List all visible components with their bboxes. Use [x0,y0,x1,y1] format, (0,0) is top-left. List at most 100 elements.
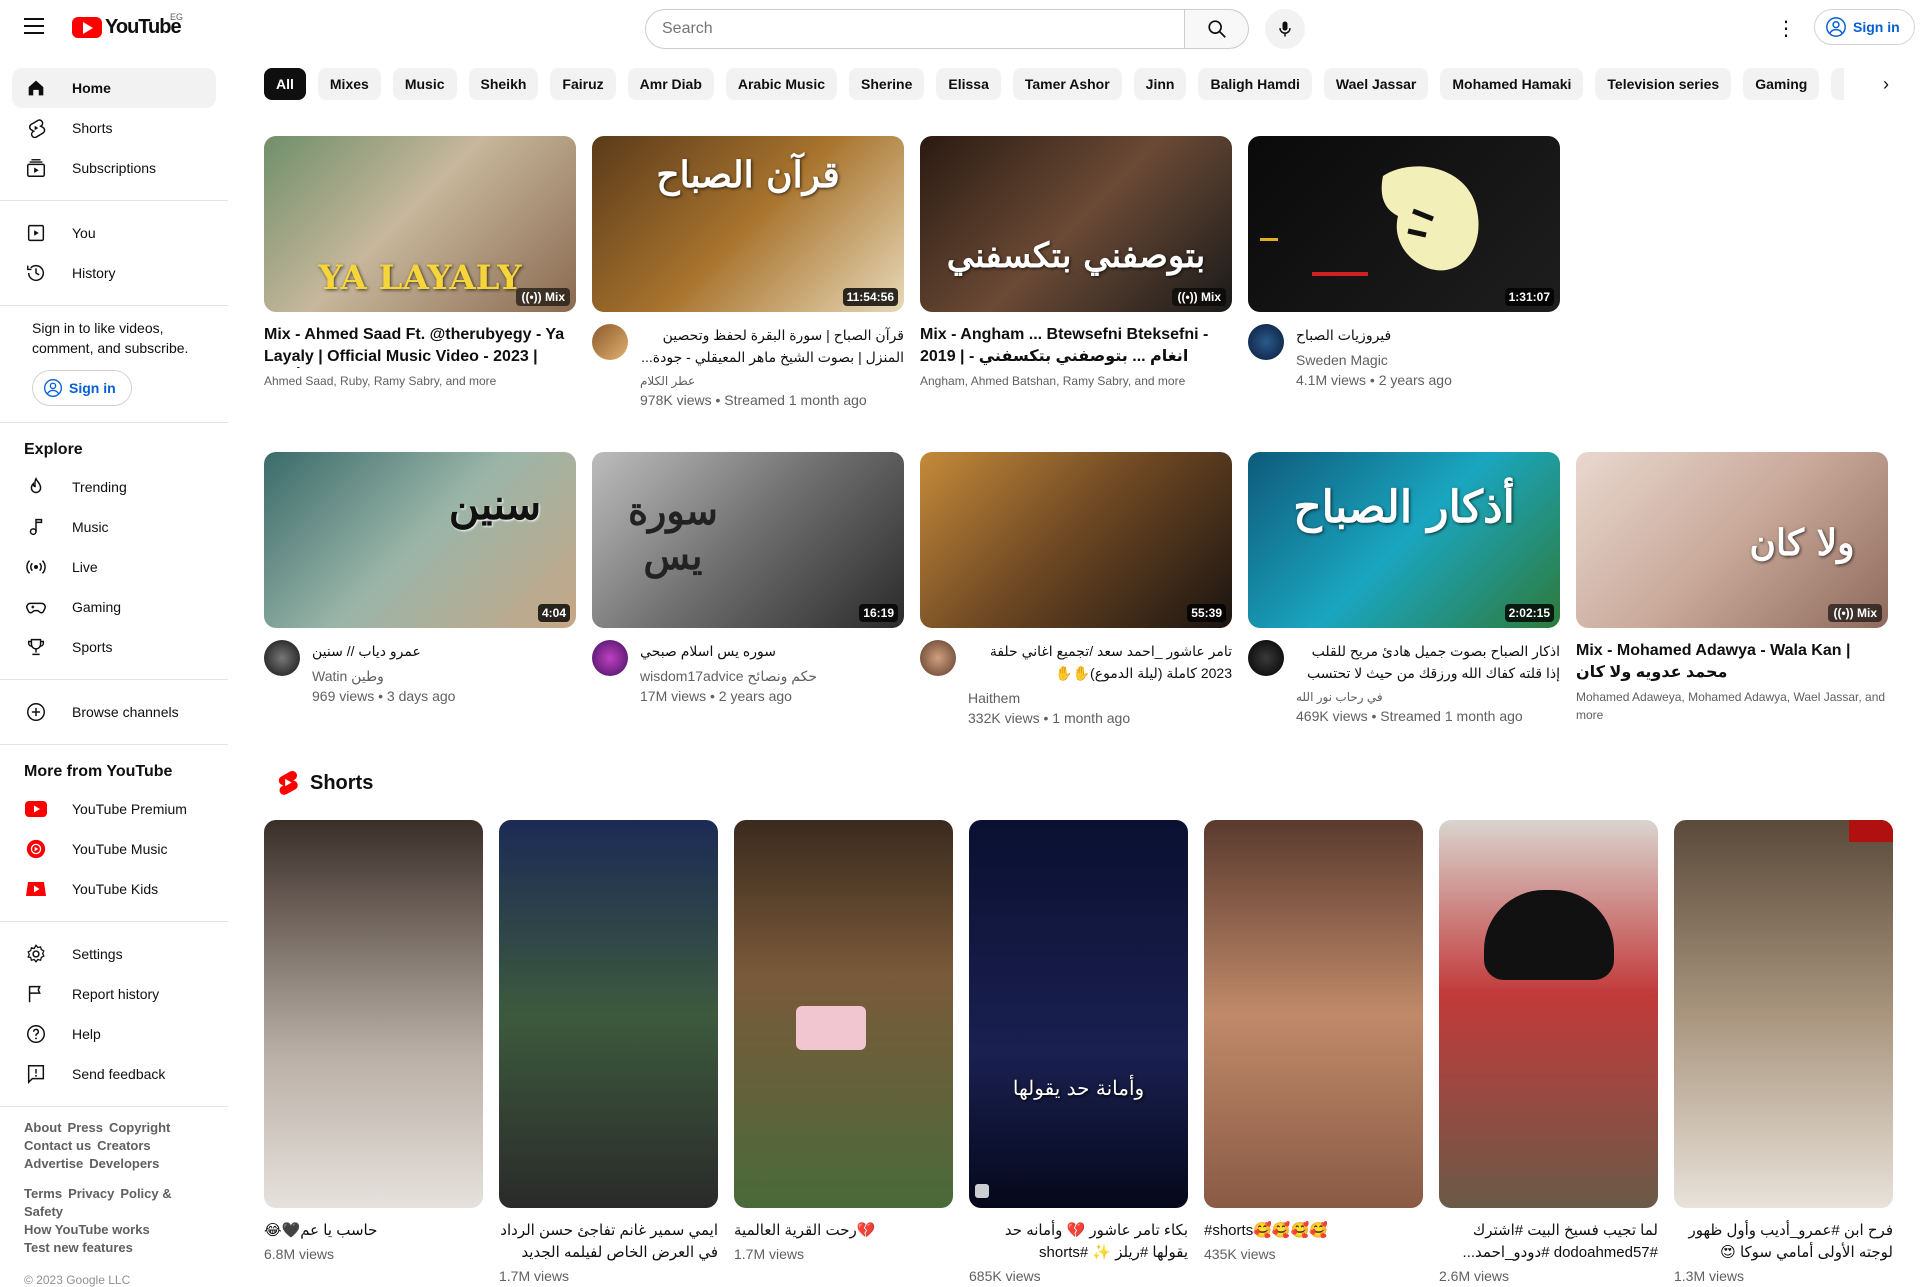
sidebar-item-history[interactable]: History [12,253,216,293]
chip-gaming[interactable]: Gaming [1743,68,1820,100]
video-channel[interactable]: Angham, Ahmed Batshan, Ramy Sabry, and m… [920,372,1232,390]
sidebar-item-help[interactable]: Help [12,1014,216,1054]
video-channel[interactable]: Haithem [968,688,1232,708]
chip-sherine[interactable]: Sherine [849,68,925,100]
sidebar-item-subscriptions[interactable]: Subscriptions [12,148,216,188]
footer-link-terms[interactable]: Terms [24,1186,62,1201]
sidebar-item-send-feedback[interactable]: Send feedback [12,1054,216,1094]
video-channel[interactable]: wisdom17advice حكم ونصائح [640,666,904,686]
short-thumbnail[interactable] [1439,820,1658,1208]
video-title[interactable]: Mix - Mohamed Adawya - Wala Kan | محمد ع… [1576,640,1888,684]
chip-mohamed-hamaki[interactable]: Mohamed Hamaki [1440,68,1584,100]
sidebar-item-trending[interactable]: Trending [12,467,216,507]
video-channel[interactable]: في رحاب نور الله [1296,688,1560,706]
chip-music[interactable]: Music [392,68,457,100]
footer-link-copyright[interactable]: Copyright [109,1120,170,1135]
video-title[interactable]: سوره يس اسلام صبحي [640,640,904,662]
video-thumbnail[interactable]: سنين 4:04 [264,452,576,628]
video-title[interactable]: تامر عاشور _احمد سعد /تجميع اغاني حلفة 2… [968,640,1232,684]
footer-link-how-youtube-works[interactable]: How YouTube works [24,1222,150,1237]
sidebar-item-shorts[interactable]: Shorts [12,108,216,148]
sidebar-item-settings[interactable]: Settings [12,934,216,974]
video-title[interactable]: عمرو دياب // سنين [312,640,576,662]
video-title[interactable]: فيروزيات الصباح [1296,324,1560,346]
channel-avatar[interactable] [592,324,628,360]
chip-wael-jassar[interactable]: Wael Jassar [1323,68,1429,100]
search-button[interactable] [1185,9,1249,49]
footer-link-creators[interactable]: Creators [97,1138,150,1153]
sidebar-item-music[interactable]: Music [12,507,216,547]
chip-rotana[interactable]: Rotana [1831,68,1844,100]
chip-jinn[interactable]: Jinn [1133,68,1187,100]
footer-link-test-features[interactable]: Test new features [24,1240,133,1255]
video-channel[interactable]: Ahmed Saad, Ruby, Ramy Sabry, and more [264,372,576,390]
sidebar-item-youtube-premium[interactable]: YouTube Premium [12,789,216,829]
video-thumbnail[interactable]: 55:39 [920,452,1232,628]
sidebar-item-youtube-music[interactable]: YouTube Music [12,829,216,869]
video-channel[interactable]: Watin وطين [312,666,576,686]
guide-menu-icon[interactable] [24,18,44,34]
sidebar-item-report-history[interactable]: Report history [12,974,216,1014]
voice-search-button[interactable] [1265,9,1305,49]
short-thumbnail[interactable] [1674,820,1893,1208]
signin-button[interactable]: Sign in [1814,9,1915,45]
video-title[interactable]: Mix - Angham ... Btewsefni Bteksefni - 2… [920,324,1232,368]
video-channel[interactable]: عطر الكلام [640,372,904,390]
short-thumbnail[interactable] [1204,820,1423,1208]
more-options-icon[interactable]: ⋮ [1774,16,1798,40]
short-title[interactable]: ايمي سمير غانم تفاجئ حسن الرداد في العرض… [499,1220,718,1264]
video-thumbnail[interactable]: أذكار الصباح 2:02:15 [1248,452,1560,628]
short-thumbnail[interactable] [264,820,483,1208]
short-title[interactable]: فرح ابن #عمرو_أديب وأول ظهور لوجته الأول… [1674,1220,1893,1264]
channel-avatar[interactable] [264,640,300,676]
footer-link-privacy[interactable]: Privacy [68,1186,114,1201]
video-title[interactable]: قرآن الصباح | سورة البقرة لحفظ وتحصين ال… [640,324,904,368]
video-thumbnail[interactable]: سورة يس 16:19 [592,452,904,628]
youtube-logo[interactable]: YouTube EG [72,12,183,39]
chip-sheikh[interactable]: Sheikh [468,68,539,100]
chip-amr-diab[interactable]: Amr Diab [627,68,714,100]
sidebar-item-youtube-kids[interactable]: YouTube Kids [12,869,216,909]
channel-avatar[interactable] [1248,640,1284,676]
video-channel[interactable]: Sweden Magic [1296,350,1560,370]
sidebar-item-you[interactable]: You [12,213,216,253]
footer-link-advertise[interactable]: Advertise [24,1156,83,1171]
chip-elissa[interactable]: Elissa [936,68,1001,100]
chip-fairuz[interactable]: Fairuz [550,68,616,100]
video-channel[interactable]: Mohamed Adaweya, Mohamed Adawya, Wael Ja… [1576,688,1888,724]
short-title[interactable]: 💔رحت القرية العالمية [734,1220,953,1242]
channel-avatar[interactable] [592,640,628,676]
short-thumbnail[interactable] [499,820,718,1208]
sidebar-item-browse-channels[interactable]: Browse channels [12,692,216,732]
chip-arabic-music[interactable]: Arabic Music [725,68,838,100]
video-thumbnail[interactable]: ولا كان ((•)) Mix [1576,452,1888,628]
footer-link-press[interactable]: Press [68,1120,103,1135]
footer-link-about[interactable]: About [24,1120,62,1135]
channel-avatar[interactable] [1248,324,1284,360]
chip-tamer-ashor[interactable]: Tamer Ashor [1012,68,1122,100]
video-thumbnail[interactable]: 1:31:07 [1248,136,1560,312]
video-thumbnail[interactable]: YA LAYALY ((•)) Mix [264,136,576,312]
sidebar-item-gaming[interactable]: Gaming [12,587,216,627]
video-thumbnail[interactable]: قرآن الصباح 11:54:56 [592,136,904,312]
footer-link-developers[interactable]: Developers [89,1156,159,1171]
short-thumbnail[interactable] [734,820,953,1208]
chevron-right-icon[interactable]: › [1866,68,1906,100]
sidebar-item-live[interactable]: Live [12,547,216,587]
video-thumbnail[interactable]: بتوصفني بتكسفني ((•)) Mix [920,136,1232,312]
short-title[interactable]: لما تجيب فسيخ البيت #اشترك #dodoahmed57 … [1439,1220,1658,1264]
video-title[interactable]: Mix - Ahmed Saad Ft. @therubyegy - Ya La… [264,324,576,368]
sidebar-item-home[interactable]: Home [12,68,216,108]
footer-link-contact[interactable]: Contact us [24,1138,91,1153]
video-title[interactable]: اذكار الصباح بصوت جميل هادئ مريح للقلب إ… [1296,640,1560,684]
chip-baligh-hamdi[interactable]: Baligh Hamdi [1198,68,1312,100]
channel-avatar[interactable] [920,640,956,676]
short-title[interactable]: بكاء تامر عاشور 💔 وأمانه حد يقولها #ريلز… [969,1220,1188,1264]
chip-mixes[interactable]: Mixes [317,68,381,100]
short-title[interactable]: #shorts🥰🥰🥰🥰 [1204,1220,1423,1242]
sidebar-signin-button[interactable]: Sign in [32,370,132,406]
short-thumbnail[interactable]: وأمانة حد يقولها [969,820,1188,1208]
search-input[interactable] [645,9,1185,49]
short-title[interactable]: حاسب يا عم🖤😂 [264,1220,483,1242]
chip-all[interactable]: All [264,68,306,100]
